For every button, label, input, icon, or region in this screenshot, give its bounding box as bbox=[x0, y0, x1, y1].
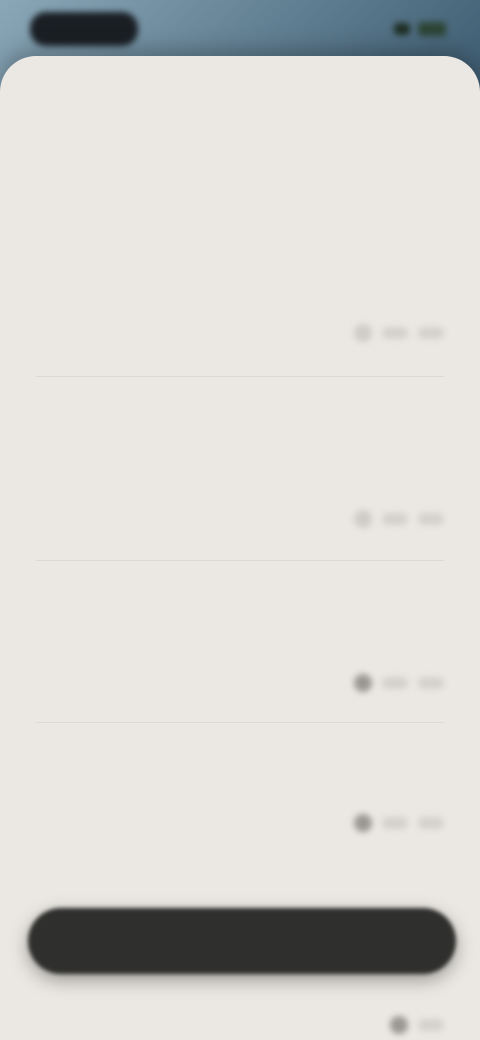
list-item-partial[interactable] bbox=[36, 1016, 444, 1040]
bottom-sheet bbox=[0, 56, 480, 1040]
list-item-meta-right bbox=[354, 510, 444, 528]
count-pill-icon bbox=[382, 677, 408, 689]
count-pill-icon bbox=[382, 817, 408, 829]
share-pill-icon[interactable] bbox=[418, 677, 444, 689]
share-pill-icon[interactable] bbox=[418, 513, 444, 525]
status-bar bbox=[0, 0, 480, 60]
like-icon[interactable] bbox=[354, 510, 372, 528]
action-bar[interactable] bbox=[28, 908, 456, 974]
list-item-meta-right bbox=[390, 1016, 444, 1034]
status-time bbox=[30, 12, 138, 46]
count-pill-icon bbox=[382, 327, 408, 339]
list-item-meta bbox=[36, 674, 444, 696]
signal-icon bbox=[394, 23, 410, 35]
share-pill-icon[interactable] bbox=[418, 1019, 444, 1031]
status-icons bbox=[394, 18, 446, 40]
list-item-meta bbox=[36, 510, 444, 532]
count-pill-icon bbox=[382, 513, 408, 525]
list-item-meta bbox=[36, 324, 444, 346]
share-pill-icon[interactable] bbox=[418, 817, 444, 829]
list-item-meta-right bbox=[354, 324, 444, 342]
divider bbox=[36, 560, 444, 561]
action-bar-label bbox=[28, 908, 456, 974]
divider bbox=[36, 722, 444, 723]
list-item-meta-right bbox=[354, 814, 444, 832]
like-icon[interactable] bbox=[354, 324, 372, 342]
like-icon[interactable] bbox=[354, 674, 372, 692]
divider bbox=[36, 376, 444, 377]
list-item-meta bbox=[36, 814, 444, 836]
like-icon[interactable] bbox=[390, 1016, 408, 1034]
like-icon[interactable] bbox=[354, 814, 372, 832]
list-item-meta-right bbox=[354, 674, 444, 692]
battery-icon bbox=[418, 22, 446, 36]
share-pill-icon[interactable] bbox=[418, 327, 444, 339]
